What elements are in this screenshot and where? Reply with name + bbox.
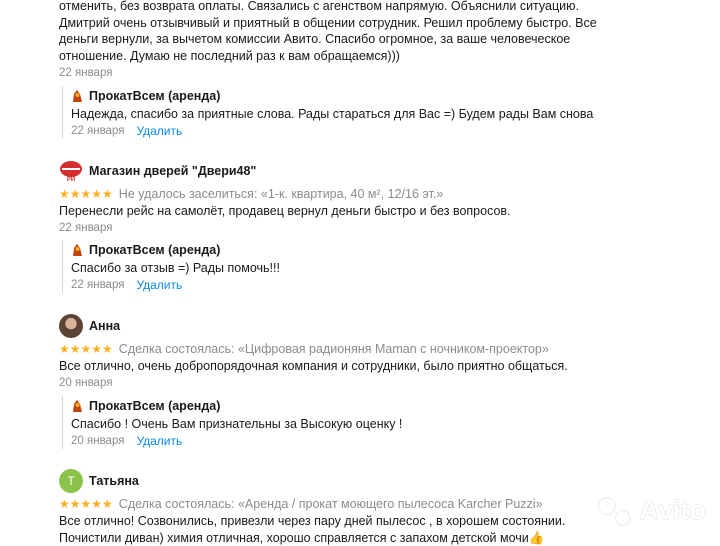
review-card-1: отменить, без возврата оплаты. Связались… <box>59 0 699 81</box>
rating-stars: ★★★★★ <box>59 342 113 356</box>
review-author[interactable]: Магазин дверей "Двери48" <box>89 164 256 178</box>
review-date: 22 января <box>59 220 699 236</box>
review-text: отменить, без возврата оплаты. Связались… <box>59 0 699 15</box>
avito-watermark: Avito <box>596 495 707 526</box>
reply-author: ПрокатВсем (аренда) <box>89 243 220 257</box>
review-date: 20 января <box>59 375 699 391</box>
deal-status: Сделка состоялась: «Аренда / прокат моющ… <box>119 497 543 511</box>
review-card-3: Анна ★★★★★ Сделка состоялась: «Цифровая … <box>59 312 699 391</box>
seller-reply-1: ПрокатВсем (аренда) Надежда, спасибо за … <box>62 86 631 139</box>
business-logo-icon <box>71 399 84 413</box>
deal-status: Не удалось заселиться: «1-к. квартира, 4… <box>119 187 443 201</box>
watermark-text: Avito <box>640 495 707 526</box>
delete-reply-link[interactable]: Удалить <box>136 434 182 448</box>
avito-logo-icon <box>596 496 636 526</box>
delete-reply-link[interactable]: Удалить <box>136 278 182 292</box>
delete-reply-link[interactable]: Удалить <box>136 124 182 138</box>
review-author[interactable]: Татьяна <box>89 474 139 488</box>
shop-logo-text: РИ <box>67 177 75 182</box>
review-text: Почистили диван) химия отличная, хорошо … <box>59 530 699 546</box>
seller-reply-3: ПрокатВсем (аренда) Спасибо ! Очень Вам … <box>62 396 631 449</box>
rating-stars: ★★★★★ <box>59 497 113 511</box>
reply-date: 20 января <box>71 433 124 449</box>
reply-author: ПрокатВсем (аренда) <box>89 399 220 413</box>
review-date: 22 января <box>59 65 699 81</box>
review-text: Дмитрий очень отзывчивый и приятный в об… <box>59 15 699 32</box>
shop-logo-icon: РИ <box>59 160 83 182</box>
reply-text: Надежда, спасибо за приятные слова. Рады… <box>71 106 631 123</box>
deal-status: Сделка состоялась: «Цифровая радионяня M… <box>119 342 549 356</box>
review-text: отношение. Думаю не последний раз к вам … <box>59 48 699 65</box>
review-card-2: РИ Магазин дверей "Двери48" ★★★★★ Не уда… <box>59 157 699 236</box>
user-avatar[interactable]: Т <box>59 469 83 493</box>
reply-date: 22 января <box>71 123 124 139</box>
reply-text: Спасибо ! Очень Вам признательны за Высо… <box>71 416 631 433</box>
reply-text: Спасибо за отзыв =) Рады помочь!!! <box>71 260 631 277</box>
reply-date: 22 января <box>71 277 124 293</box>
reply-author: ПрокатВсем (аренда) <box>89 89 220 103</box>
rating-stars: ★★★★★ <box>59 187 113 201</box>
business-logo-icon <box>71 89 84 103</box>
user-avatar[interactable] <box>59 314 83 338</box>
review-text: Все отлично, очень добропорядочная компа… <box>59 358 699 375</box>
review-text: деньги вернули, за вычетом комиссии Авит… <box>59 31 699 48</box>
review-author[interactable]: Анна <box>89 319 120 333</box>
seller-reply-2: ПрокатВсем (аренда) Спасибо за отзыв =) … <box>62 240 631 293</box>
business-logo-icon <box>71 243 84 257</box>
review-text: Перенесли рейс на самолёт, продавец верн… <box>59 203 699 220</box>
